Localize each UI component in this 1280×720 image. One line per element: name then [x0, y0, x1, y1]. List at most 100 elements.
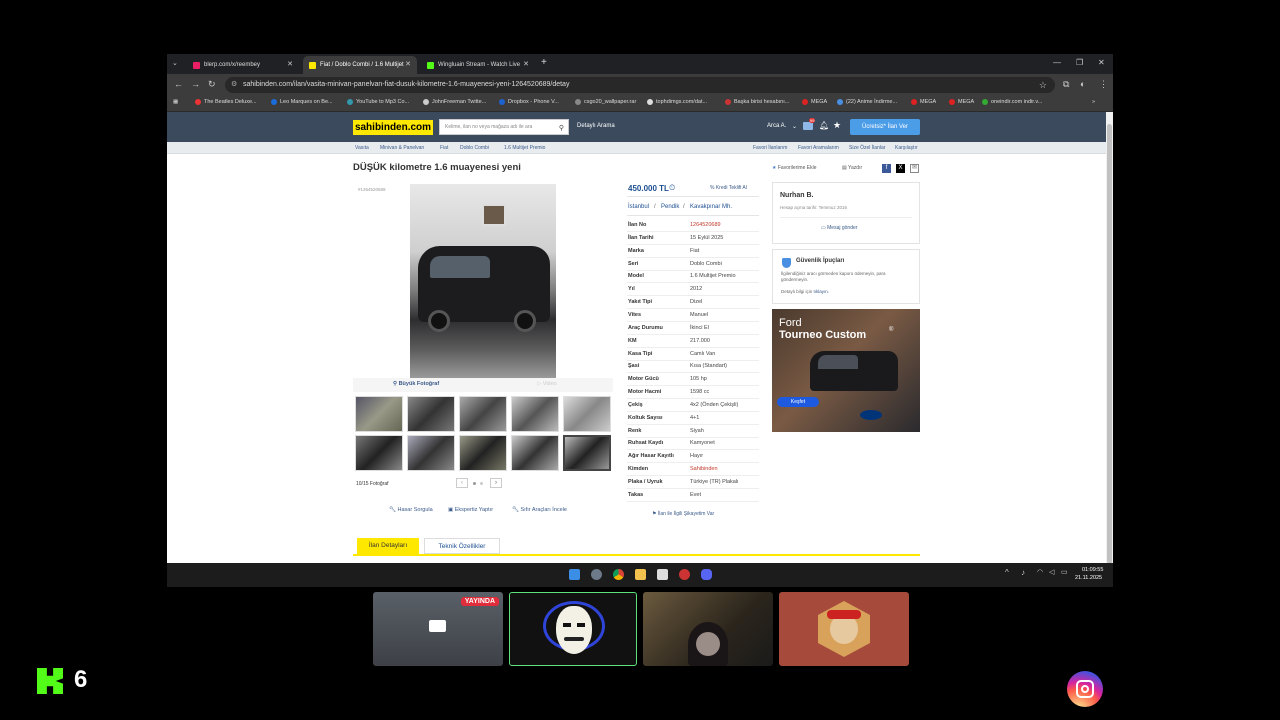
- close-window-icon[interactable]: ✕: [1098, 58, 1105, 67]
- battery-icon[interactable]: ▭: [1061, 568, 1068, 576]
- site-info-icon[interactable]: ⚙: [231, 77, 237, 93]
- facebook-share-icon[interactable]: f: [882, 164, 891, 173]
- bookmark-item[interactable]: Leo Marques on Be...: [271, 99, 333, 105]
- breadcrumb-item[interactable]: Doblo Combi: [460, 145, 489, 151]
- breadcrumb-item[interactable]: Fiat: [440, 145, 448, 151]
- tab-blerp[interactable]: blerp.com/x/reembey ✕: [187, 56, 299, 74]
- prev-photos-button[interactable]: ‹: [456, 478, 468, 488]
- location-district[interactable]: Pendik: [661, 204, 679, 210]
- favorite-listings-link[interactable]: Favori İlanlarım: [753, 145, 787, 151]
- tab-technical-specs[interactable]: Teknik Özellikler: [424, 538, 500, 554]
- tab-sahibinden[interactable]: Fiat / Doblo Combi / 1.6 Multijet ✕: [303, 56, 417, 74]
- settings-icon[interactable]: [591, 569, 602, 580]
- bookmark-item[interactable]: (22) Anime İndirme...: [837, 99, 897, 105]
- discord-icon[interactable]: [701, 569, 712, 580]
- favorite-searches-link[interactable]: Favori Aramalarım: [798, 145, 839, 151]
- safety-link[interactable]: tıklayın.: [814, 289, 830, 294]
- windows-start-icon[interactable]: [569, 569, 580, 580]
- breadcrumb-item[interactable]: Vasıta: [355, 145, 369, 151]
- special-listings-link[interactable]: Size Özel İlanlar: [849, 145, 885, 151]
- maximize-icon[interactable]: ❐: [1076, 58, 1083, 67]
- ford-ad-banner[interactable]: Ford Tourneo Custom ® Keşfet: [772, 309, 920, 432]
- new-cars-link[interactable]: 🔧︎ Sıfır Araçları İncele: [512, 507, 567, 513]
- forward-icon[interactable]: →: [191, 79, 200, 89]
- tab-search-icon[interactable]: ⌄: [172, 59, 178, 67]
- send-message-button[interactable]: ▭ Mesaj gönder: [821, 225, 857, 231]
- site-logo[interactable]: sahibinden.com: [353, 120, 433, 135]
- profile-icon[interactable]: ◐: [1080, 79, 1085, 89]
- thumbnail[interactable]: [459, 396, 507, 432]
- price-history-icon[interactable]: ⏲: [669, 183, 675, 193]
- thumbnail[interactable]: [459, 435, 507, 471]
- thumbnail[interactable]: [511, 396, 559, 432]
- search-icon[interactable]: ⚲: [559, 122, 564, 136]
- close-tab-icon[interactable]: ✕: [287, 60, 293, 68]
- x-share-icon[interactable]: X: [896, 164, 905, 173]
- volume-icon[interactable]: ◁: [1049, 568, 1054, 576]
- app-icon[interactable]: [679, 569, 690, 580]
- email-share-icon[interactable]: ✉: [910, 164, 919, 173]
- print-link[interactable]: ▤ Yazdır: [842, 165, 862, 171]
- bookmark-item[interactable]: The Beatles Deluxe...: [195, 99, 257, 105]
- minimize-icon[interactable]: —: [1053, 58, 1061, 67]
- tray-chevron-icon[interactable]: ^: [1005, 568, 1009, 577]
- bookmark-item[interactable]: tophdimgs.com/dat...: [647, 99, 707, 105]
- tab-kick[interactable]: Wingluain Stream - Watch Live ✕: [421, 56, 535, 74]
- thumbnail[interactable]: [407, 435, 455, 471]
- taskbar-date[interactable]: 21.11.2025: [1075, 575, 1102, 581]
- new-tab-button[interactable]: +: [541, 57, 547, 68]
- breadcrumb-item[interactable]: Minivan & Panelvan: [380, 145, 424, 151]
- thumbnail-selected[interactable]: [563, 435, 611, 471]
- thumbnail[interactable]: [355, 435, 403, 471]
- wifi-icon[interactable]: ◠: [1037, 568, 1043, 576]
- chrome-icon[interactable]: [613, 569, 624, 580]
- bookmark-item[interactable]: MEGA: [949, 99, 974, 105]
- taskbar-time[interactable]: 01:09:55: [1082, 567, 1103, 573]
- bookmark-star-icon[interactable]: ☆: [1039, 77, 1047, 93]
- extensions-icon[interactable]: ⧉: [1063, 79, 1069, 90]
- store-icon[interactable]: [657, 569, 668, 580]
- menu-icon[interactable]: ⋮: [1099, 79, 1108, 90]
- detailed-search-link[interactable]: Detaylı Arama: [577, 123, 615, 129]
- bookmark-item[interactable]: MEGA: [911, 99, 936, 105]
- breadcrumb-item[interactable]: 1.6 Multijet Premio: [504, 145, 545, 151]
- thumbnail[interactable]: [563, 396, 611, 432]
- location-neighborhood[interactable]: Kavakpınar Mh.: [690, 204, 732, 210]
- messages-icon[interactable]: [803, 122, 813, 130]
- bookmark-item[interactable]: Dropbox - Phone V...: [499, 99, 559, 105]
- tab-listing-details[interactable]: İlan Detayları: [357, 538, 419, 554]
- thumbnail[interactable]: [355, 396, 403, 432]
- thumbnail[interactable]: [511, 435, 559, 471]
- credit-offer-link[interactable]: % Kredi Teklifi Al: [710, 185, 747, 191]
- bookmark-item[interactable]: YouTube to Mp3 Co...: [347, 99, 409, 105]
- add-favorite-link[interactable]: ★ Favorilerime Ekle: [772, 165, 817, 171]
- scrollbar-thumb[interactable]: [1107, 124, 1112, 563]
- chevron-down-icon[interactable]: ⌄: [792, 123, 797, 130]
- apps-icon[interactable]: ▦: [173, 99, 178, 105]
- close-tab-icon[interactable]: ✕: [405, 60, 411, 68]
- main-photo[interactable]: [410, 184, 556, 378]
- search-input[interactable]: Kelime, ilan no veya mağaza adı ile ara …: [439, 119, 569, 135]
- bookmark-item[interactable]: Başka birisi hesabını...: [725, 99, 789, 105]
- post-ad-button[interactable]: Ücretsiz* İlan Ver: [850, 119, 920, 135]
- more-bookmarks-icon[interactable]: »: [1092, 99, 1095, 105]
- complaint-link[interactable]: ⚑ İlan ile İlgili Şikayetim Var: [652, 511, 714, 517]
- file-explorer-icon[interactable]: [635, 569, 646, 580]
- close-tab-icon[interactable]: ✕: [523, 60, 529, 68]
- url-input[interactable]: ⚙ sahibinden.com/ilan/vasita-minivan-pan…: [225, 77, 1055, 93]
- bookmark-item[interactable]: oneindir.com indir.v...: [982, 99, 1042, 105]
- bookmark-item[interactable]: MEGA: [802, 99, 827, 105]
- bell-icon[interactable]: 🔔︎: [819, 121, 829, 130]
- bookmark-item[interactable]: csgo20_wallpaper.rar: [575, 99, 636, 105]
- user-menu[interactable]: Arca A.: [767, 123, 786, 129]
- big-photo-link[interactable]: ⚲ Büyük Fotoğraf: [393, 381, 439, 387]
- bookmark-item[interactable]: JohnFreeman Twitte...: [423, 99, 486, 105]
- compare-link[interactable]: Karşılaştır: [895, 145, 918, 151]
- mic-icon[interactable]: ♪: [1021, 568, 1025, 577]
- ad-cta-button[interactable]: Keşfet: [777, 397, 819, 407]
- star-icon[interactable]: ★: [833, 120, 841, 131]
- damage-query-link[interactable]: 🔧︎ Hasar Sorgula: [389, 507, 433, 513]
- thumbnail[interactable]: [407, 396, 455, 432]
- location-city[interactable]: İstanbul: [628, 204, 649, 210]
- expertise-link[interactable]: ▣ Ekspertiz Yaptır: [448, 507, 493, 513]
